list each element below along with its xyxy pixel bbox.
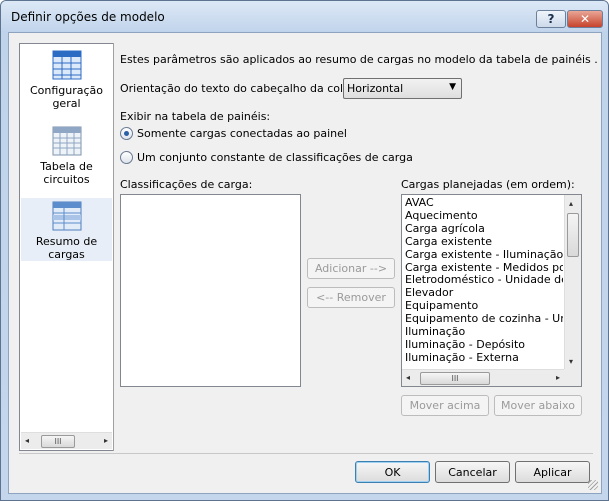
list-item[interactable]: Iluminação - Externa	[405, 351, 563, 365]
cancel-button[interactable]: Cancelar	[435, 461, 510, 483]
scroll-thumb[interactable]: III	[41, 435, 75, 448]
dialog-window: Definir opções de modelo ? ✕ Configuraçã…	[0, 0, 609, 501]
help-button[interactable]: ?	[536, 10, 566, 28]
description-text: Estes parâmetros são aplicados ao resumo…	[120, 53, 598, 66]
dropdown-arrow-icon: ▼	[449, 82, 456, 92]
nav-item-load-summary[interactable]: Resumo de cargas	[21, 198, 112, 261]
ok-button[interactable]: OK	[355, 461, 430, 483]
radio-button-icon[interactable]	[120, 127, 133, 140]
horizontal-scroll-thumb[interactable]: III	[420, 372, 490, 385]
radio-constant-set[interactable]: Um conjunto constante de classificações …	[120, 151, 413, 164]
scroll-up-arrow-icon[interactable]: ▴	[569, 199, 573, 208]
resize-grip[interactable]	[588, 480, 598, 490]
orientation-dropdown[interactable]: Horizontal ▼	[343, 78, 462, 99]
list-item[interactable]: Carga agrícola	[405, 222, 563, 236]
scroll-right-arrow-icon[interactable]: ▸	[556, 373, 560, 382]
planned-list-vertical-scrollbar[interactable]: ▴ ▾	[564, 195, 581, 369]
window-title: Definir opções de modelo	[11, 10, 165, 24]
radio-constant-set-label: Um conjunto constante de classificações …	[137, 151, 413, 164]
radio-connected-loads-label: Somente cargas conectadas ao painel	[137, 127, 347, 140]
nav-label-line1: Resumo de	[35, 235, 98, 248]
grid-settings-icon	[52, 50, 82, 80]
scroll-down-arrow-icon[interactable]: ▾	[569, 357, 573, 366]
title-bar: Definir opções de modelo ? ✕	[1, 1, 608, 31]
planned-list-horizontal-scrollbar[interactable]: ◂ III ▸	[402, 369, 564, 386]
close-button[interactable]: ✕	[567, 10, 603, 28]
load-classifications-list[interactable]	[120, 194, 301, 387]
nav-item-general-config[interactable]: Configuração geral	[21, 47, 112, 110]
show-in-panel-label: Exibir na tabela de painéis:	[120, 110, 271, 123]
nav-label-line1: Configuração	[29, 84, 104, 97]
list-item[interactable]: AVAC	[405, 197, 563, 210]
planned-loads-label: Cargas planejadas (em ordem):	[401, 178, 575, 191]
circuit-table-icon	[52, 126, 82, 156]
nav-label-line2: cargas	[48, 248, 85, 261]
footer-separator	[19, 453, 593, 454]
orientation-value: Horizontal	[347, 82, 404, 95]
orientation-label-text: Orientação do texto do cabeçalho da colu…	[120, 82, 368, 95]
scrollbar-corner	[564, 369, 581, 386]
scroll-left-arrow-icon[interactable]: ◂	[406, 373, 410, 382]
list-item[interactable]: Iluminação - Depósito	[405, 338, 563, 352]
radio-connected-loads[interactable]: Somente cargas conectadas ao painel	[120, 127, 347, 140]
load-summary-icon	[52, 201, 82, 231]
scroll-right-arrow-icon[interactable]: ▸	[104, 436, 108, 445]
apply-button[interactable]: Aplicar	[515, 461, 590, 483]
add-button[interactable]: Adicionar -->	[307, 258, 395, 279]
load-classifications-label: Classificações de carga:	[120, 178, 253, 191]
list-item[interactable]: Carga existente	[405, 235, 563, 249]
planned-loads-items: AVAC Aquecimento Carga agrícola Carga ex…	[405, 197, 563, 365]
remove-button[interactable]: <-- Remover	[307, 287, 395, 308]
navigation-panel: Configuração geral Tabela de circuitos R…	[19, 43, 114, 451]
panel-divider	[113, 43, 114, 451]
nav-label-line2: circuitos	[43, 173, 90, 186]
list-item[interactable]: Aquecimento	[405, 209, 563, 223]
scroll-left-arrow-icon[interactable]: ◂	[25, 436, 29, 445]
navigation-horizontal-scrollbar[interactable]: ◂ III ▸	[21, 432, 112, 449]
nav-label-line1: Tabela de	[40, 160, 93, 173]
nav-label-line2: geral	[52, 97, 81, 110]
vertical-scroll-thumb[interactable]	[567, 213, 579, 257]
move-down-button[interactable]: Mover abaixo	[494, 395, 582, 416]
planned-loads-list[interactable]: AVAC Aquecimento Carga agrícola Carga ex…	[401, 194, 582, 387]
move-up-button[interactable]: Mover acima	[401, 395, 489, 416]
list-item[interactable]: Carga existente - Iluminação	[405, 248, 563, 262]
orientation-label: Orientação do texto do cabeçalho da colu…	[120, 82, 367, 95]
dialog-body: Configuração geral Tabela de circuitos R…	[8, 32, 602, 494]
nav-item-circuit-table[interactable]: Tabela de circuitos	[21, 123, 112, 186]
radio-button-icon[interactable]	[120, 151, 133, 164]
